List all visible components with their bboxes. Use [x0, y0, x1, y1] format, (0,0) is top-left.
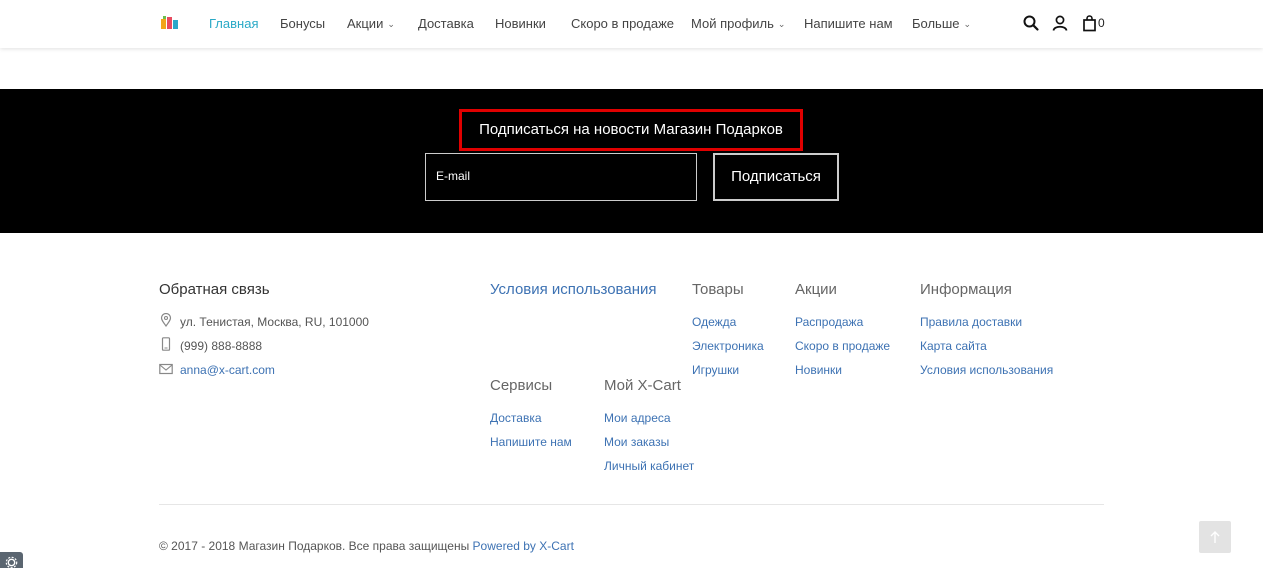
- info-link-terms[interactable]: Условия использования: [920, 363, 1053, 377]
- newsletter-title: Подписаться на новости Магазин Подарков: [479, 121, 783, 138]
- my-xcart-link-addresses[interactable]: Мои адреса: [604, 411, 671, 425]
- nav-new[interactable]: Новинки: [495, 16, 546, 31]
- copyright: © 2017 - 2018 Магазин Подарков. Все прав…: [159, 539, 574, 553]
- terms-heading-link[interactable]: Условия использования: [490, 281, 657, 298]
- promos-link-new[interactable]: Новинки: [795, 363, 842, 377]
- logo-icon[interactable]: [160, 15, 180, 31]
- my-xcart-link-orders[interactable]: Мои заказы: [604, 435, 669, 449]
- my-xcart-link-account[interactable]: Личный кабинет: [604, 459, 694, 473]
- copyright-text: © 2017 - 2018 Магазин Подарков. Все прав…: [159, 539, 470, 553]
- goods-link-electronics[interactable]: Электроника: [692, 339, 764, 353]
- settings-button[interactable]: [0, 552, 23, 569]
- search-icon[interactable]: [1022, 14, 1040, 32]
- services-heading: Сервисы: [490, 377, 553, 394]
- user-icon[interactable]: [1051, 14, 1069, 32]
- cart-count[interactable]: 0: [1098, 16, 1105, 30]
- map-pin-icon: [160, 313, 172, 327]
- chevron-down-icon: ⌄: [777, 19, 786, 29]
- chevron-down-icon: ⌄: [387, 19, 395, 29]
- goods-heading: Товары: [692, 281, 744, 298]
- my-xcart-heading: Мой X-Cart: [604, 377, 681, 394]
- promos-link-coming-soon[interactable]: Скоро в продаже: [795, 339, 890, 353]
- email-input[interactable]: E-mail: [425, 153, 697, 201]
- goods-link-clothes[interactable]: Одежда: [692, 315, 736, 329]
- info-link-delivery-rules[interactable]: Правила доставки: [920, 315, 1022, 329]
- services-link-contact[interactable]: Напишите нам: [490, 435, 572, 449]
- info-heading: Информация: [920, 281, 1012, 298]
- nav-my-profile-label: Мой профиль: [691, 16, 774, 31]
- site-header: Главная Бонусы Акции ⌄ Доставка Новинки С…: [0, 0, 1263, 48]
- subscribe-button[interactable]: Подписаться: [713, 153, 839, 201]
- nav-more[interactable]: Больше ⌄: [912, 16, 971, 31]
- scroll-to-top-button[interactable]: [1199, 521, 1231, 553]
- contact-heading: Обратная связь: [159, 281, 270, 298]
- services-link-delivery[interactable]: Доставка: [490, 411, 542, 425]
- nav-coming-soon[interactable]: Скоро в продаже: [571, 16, 674, 31]
- email-placeholder: E-mail: [436, 169, 471, 183]
- nav-bonuses[interactable]: Бонусы: [280, 16, 325, 31]
- goods-link-toys[interactable]: Игрушки: [692, 363, 739, 377]
- arrow-up-icon: [1210, 531, 1220, 543]
- phone-icon: [161, 337, 171, 351]
- nav-my-profile[interactable]: Мой профиль ⌄: [691, 16, 785, 31]
- contact-address: ул. Тенистая, Москва, RU, 101000: [180, 315, 369, 329]
- gear-icon: [5, 556, 18, 569]
- newsletter-section: Подписаться на новости Магазин Подарков …: [0, 89, 1263, 233]
- nav-more-label: Больше: [912, 16, 960, 31]
- nav-delivery[interactable]: Доставка: [418, 16, 474, 31]
- nav-promos-label: Акции: [347, 16, 384, 31]
- footer-divider: [159, 504, 1104, 505]
- powered-by-link[interactable]: Powered by X-Cart: [473, 539, 574, 553]
- promos-link-sale[interactable]: Распродажа: [795, 315, 863, 329]
- shopping-bag-icon[interactable]: [1081, 14, 1099, 32]
- newsletter-title-highlight: Подписаться на новости Магазин Подарков: [459, 109, 803, 151]
- info-link-sitemap[interactable]: Карта сайта: [920, 339, 987, 353]
- chevron-down-icon: ⌄: [963, 19, 972, 29]
- mail-icon: [159, 363, 173, 375]
- contact-email-link[interactable]: anna@x-cart.com: [180, 363, 275, 377]
- promos-heading: Акции: [795, 281, 837, 298]
- contact-phone: (999) 888-8888: [180, 339, 263, 353]
- nav-contact-us[interactable]: Напишите нам: [804, 16, 893, 31]
- nav-home[interactable]: Главная: [209, 16, 258, 31]
- nav-promos[interactable]: Акции ⌄: [347, 16, 395, 31]
